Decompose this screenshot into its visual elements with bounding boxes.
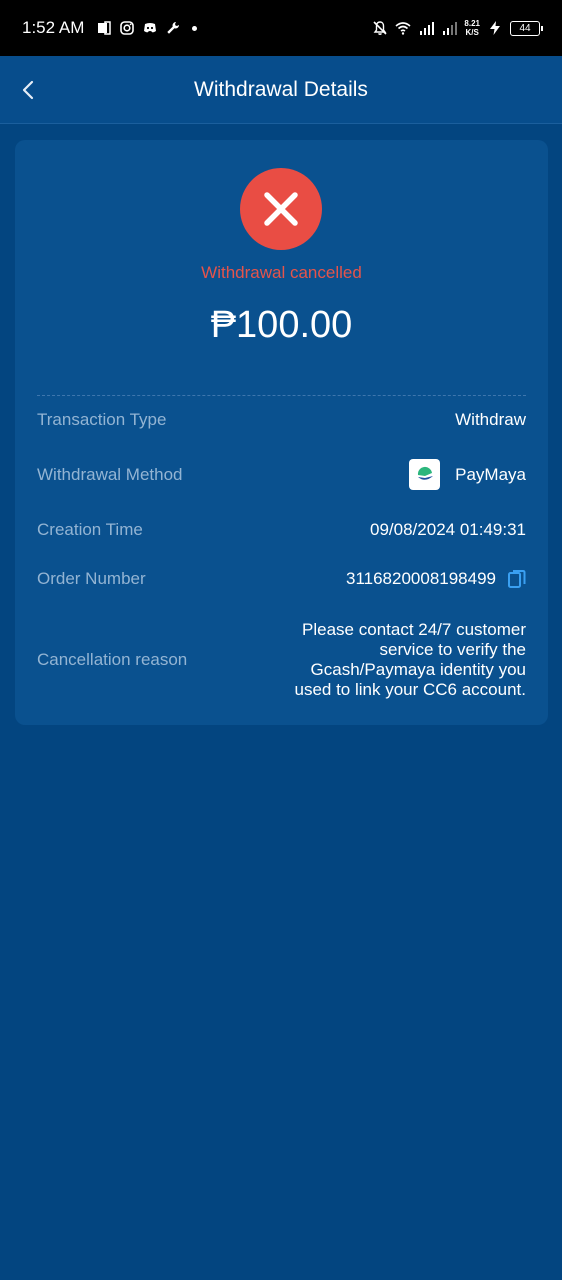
app-header: Withdrawal Details — [0, 56, 562, 124]
paymaya-logo-icon — [409, 459, 441, 490]
page-title: Withdrawal Details — [194, 77, 368, 101]
network-speed-value: 8.21 — [464, 19, 480, 28]
creation-time-row: Creation Time 09/08/2024 01:49:31 — [37, 520, 526, 540]
order-number-label: Order Number — [37, 569, 146, 588]
creation-time-value: 09/08/2024 01:49:31 — [370, 520, 526, 539]
withdrawal-status: Withdrawal cancelled — [201, 263, 362, 282]
network-speed-unit: K/S — [465, 28, 479, 37]
order-number-text: 3116820008198499 — [345, 569, 496, 588]
creation-time-label: Creation Time — [37, 520, 143, 539]
more-notifications-dot — [192, 25, 198, 31]
network-speed: 8.21 K/S — [464, 19, 480, 37]
mute-bell-icon — [373, 21, 387, 35]
cancellation-reason-row: Cancellation reason Please contact 24/7 … — [37, 618, 526, 702]
battery-level: 44 — [519, 22, 531, 34]
order-number-value: 3116820008198499 — [346, 569, 526, 589]
dashed-divider — [37, 395, 526, 396]
system-status-bar: 1:52 AM 8.21 K/S 44 — [0, 0, 562, 56]
withdrawal-details-card: Withdrawal cancelled ₱100.00 Transaction… — [15, 140, 548, 725]
charging-icon — [490, 21, 500, 35]
system-icons: 8.21 K/S 44 — [372, 19, 543, 37]
transaction-type-value: Withdraw — [455, 410, 526, 429]
cancelled-status-badge — [240, 168, 322, 250]
withdrawal-method-row: Withdrawal Method PayMaya — [37, 459, 526, 490]
withdrawal-method-name: PayMaya — [455, 464, 526, 484]
withdrawal-method-label: Withdrawal Method — [37, 464, 183, 484]
instagram-icon — [120, 21, 135, 35]
withdrawal-method-value: PayMaya — [409, 459, 526, 490]
cancellation-reason-value: Please contact 24/7 customer service to … — [294, 620, 526, 699]
office-icon — [98, 21, 112, 35]
transaction-type-row: Transaction Type Withdraw — [37, 410, 526, 430]
close-icon — [264, 192, 298, 226]
cancellation-reason-label: Cancellation reason — [37, 650, 188, 669]
withdrawal-amount: ₱100.00 — [210, 304, 353, 346]
wifi-icon — [395, 22, 411, 35]
status-time: 1:52 AM — [22, 18, 85, 37]
signal-icon-2 — [443, 22, 458, 35]
transaction-type-label: Transaction Type — [37, 410, 167, 429]
signal-icon-1 — [420, 22, 435, 35]
notification-icons — [96, 20, 198, 36]
chevron-left-icon — [22, 80, 34, 100]
wrench-icon — [167, 22, 180, 34]
copy-icon[interactable] — [508, 569, 526, 589]
back-button[interactable] — [12, 74, 44, 106]
discord-icon — [144, 23, 157, 33]
battery-indicator: 44 — [510, 20, 543, 36]
order-number-row: Order Number 3116820008198499 — [37, 569, 526, 589]
